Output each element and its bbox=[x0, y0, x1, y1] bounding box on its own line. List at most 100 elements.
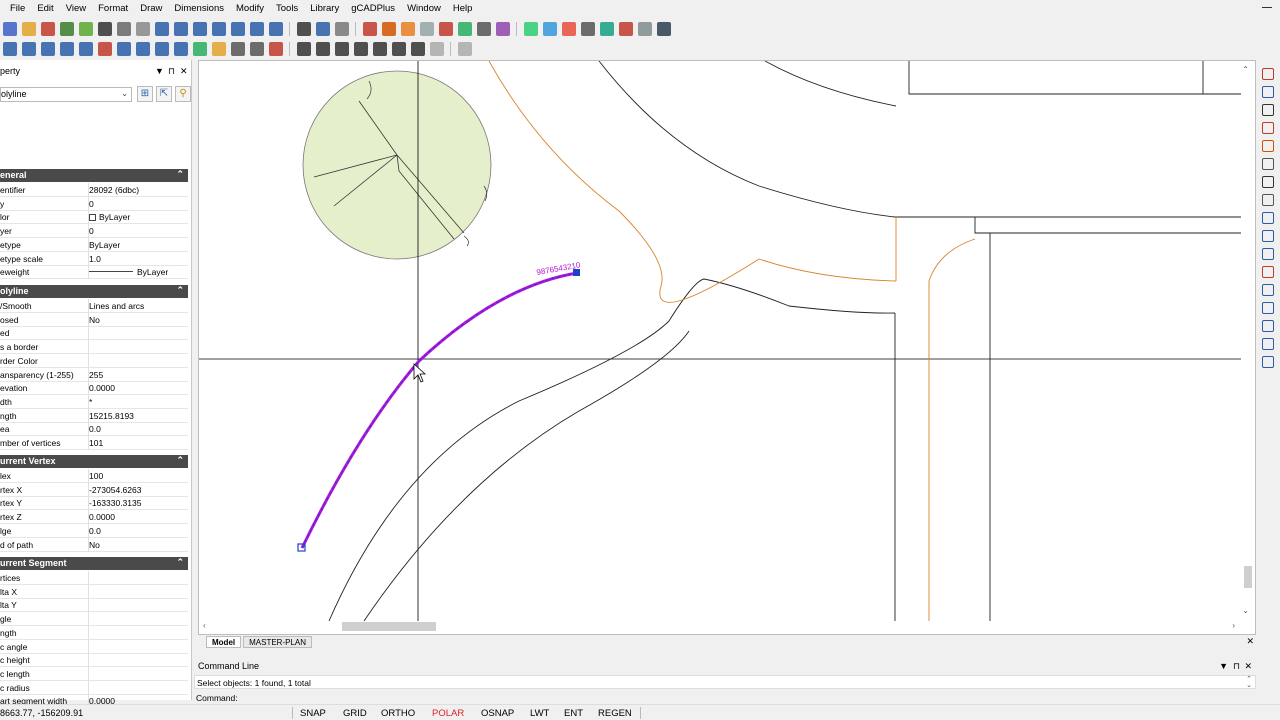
property-value[interactable]: ByLayer bbox=[89, 212, 187, 223]
menu-gcadplus[interactable]: gCADPlus bbox=[345, 0, 401, 17]
property-row[interactable]: c angle bbox=[0, 639, 188, 654]
property-value[interactable]: 0.0000 bbox=[89, 512, 187, 523]
menu-library[interactable]: Library bbox=[304, 0, 345, 17]
insert-icon[interactable] bbox=[457, 22, 472, 36]
copy-icon[interactable] bbox=[1262, 86, 1274, 98]
property-row[interactable]: lor ByLayer bbox=[0, 210, 188, 225]
property-value[interactable]: 0.0000 bbox=[89, 383, 187, 394]
property-row[interactable]: lge 0.0 bbox=[0, 523, 188, 538]
dim-linear-icon[interactable] bbox=[296, 42, 311, 56]
menu-edit[interactable]: Edit bbox=[31, 0, 59, 17]
property-row[interactable]: /Smooth Lines and arcs bbox=[0, 299, 188, 313]
calc-icon[interactable] bbox=[618, 22, 633, 36]
dim-diameter-icon[interactable] bbox=[372, 42, 387, 56]
insert-block-icon[interactable] bbox=[192, 42, 207, 56]
property-row[interactable]: evation 0.0000 bbox=[0, 381, 188, 396]
circle-icon[interactable] bbox=[135, 42, 150, 56]
drawing-canvas[interactable]: 9876543210 ⌃ ⌄ ‹ › bbox=[198, 60, 1256, 635]
property-row[interactable]: c height bbox=[0, 653, 188, 668]
explode-icon[interactable] bbox=[1262, 302, 1274, 314]
property-value[interactable]: 101 bbox=[89, 438, 187, 449]
section-polyline[interactable]: olyline ⌃ bbox=[0, 285, 188, 298]
trim-icon[interactable] bbox=[1262, 176, 1274, 188]
selected-polyline[interactable]: 9876543210 bbox=[297, 260, 582, 552]
property-row[interactable]: etype ByLayer bbox=[0, 237, 188, 252]
dim-style-icon[interactable] bbox=[457, 42, 472, 56]
new-icon[interactable] bbox=[2, 22, 17, 36]
property-row[interactable]: dth * bbox=[0, 394, 188, 409]
ellipse-icon[interactable] bbox=[173, 42, 188, 56]
fillet-icon[interactable] bbox=[1262, 248, 1274, 260]
ellipsis-icon[interactable] bbox=[580, 22, 595, 36]
layer-state-icon[interactable] bbox=[362, 22, 377, 36]
array-icon[interactable] bbox=[1262, 284, 1274, 296]
status-ortho-button[interactable]: ORTHO bbox=[381, 708, 415, 719]
undo-icon[interactable] bbox=[154, 22, 169, 36]
horizontal-scroll-thumb[interactable] bbox=[342, 622, 436, 631]
table-icon[interactable] bbox=[542, 22, 557, 36]
property-row[interactable]: ngth 15215.8193 bbox=[0, 408, 188, 423]
menu-file[interactable]: File bbox=[0, 0, 31, 17]
history-scroll-icon[interactable]: ⌃ ⌄ bbox=[1246, 676, 1252, 689]
linetype-icon[interactable] bbox=[400, 22, 415, 36]
extend-icon[interactable] bbox=[1262, 194, 1274, 206]
zoom-extents-icon[interactable] bbox=[249, 22, 264, 36]
pencil-icon[interactable] bbox=[97, 42, 112, 56]
menu-tools[interactable]: Tools bbox=[270, 0, 304, 17]
property-row[interactable]: d of path No bbox=[0, 537, 188, 552]
rotate-icon[interactable] bbox=[1262, 122, 1274, 134]
zoom-out-icon[interactable] bbox=[211, 22, 226, 36]
property-value[interactable]: Lines and arcs bbox=[89, 301, 187, 312]
property-row[interactable]: rtices bbox=[0, 571, 188, 585]
status-lwt-button[interactable]: LWT bbox=[530, 708, 549, 719]
offset-icon[interactable] bbox=[1262, 230, 1274, 242]
layer-icon[interactable] bbox=[315, 22, 330, 36]
minimize-icon[interactable] bbox=[1262, 7, 1272, 8]
dim-ordinate-icon[interactable] bbox=[334, 42, 349, 56]
property-row[interactable]: lta Y bbox=[0, 598, 188, 613]
align-icon[interactable] bbox=[599, 22, 614, 36]
property-row[interactable]: etype scale 1.0 bbox=[0, 251, 188, 266]
property-row[interactable]: s a border bbox=[0, 340, 188, 355]
property-row[interactable]: ed bbox=[0, 326, 188, 341]
property-row[interactable]: rtex X -273054.6263 bbox=[0, 482, 188, 497]
scale-icon[interactable] bbox=[1262, 140, 1274, 152]
property-value[interactable]: -163330.3135 bbox=[89, 498, 187, 509]
measure-icon[interactable] bbox=[637, 22, 652, 36]
hatch-icon[interactable] bbox=[334, 22, 349, 36]
property-value[interactable]: 100 bbox=[89, 471, 187, 482]
status-regen-button[interactable]: REGEN bbox=[598, 708, 632, 719]
collapse-icon[interactable]: ⌃ bbox=[176, 557, 184, 568]
collapse-icon[interactable]: ⌃ bbox=[176, 285, 184, 296]
property-row[interactable]: y0 bbox=[0, 196, 188, 211]
property-value[interactable]: No bbox=[89, 315, 187, 326]
plugin-icon[interactable] bbox=[78, 22, 93, 36]
scroll-down-icon[interactable]: ⌄ bbox=[1242, 606, 1249, 615]
stretch-icon[interactable] bbox=[1262, 266, 1274, 278]
arc-icon[interactable] bbox=[78, 42, 93, 56]
object-type-select[interactable]: olyline ⌄ bbox=[0, 87, 132, 102]
line-icon[interactable] bbox=[2, 42, 17, 56]
status-grid-button[interactable]: GRID bbox=[343, 708, 367, 719]
scroll-right-icon[interactable]: › bbox=[1232, 621, 1235, 630]
section-general[interactable]: eneral ⌃ bbox=[0, 169, 188, 182]
polyline-icon[interactable] bbox=[40, 42, 55, 56]
property-row[interactable]: lex 100 bbox=[0, 469, 188, 483]
chart-icon[interactable] bbox=[523, 22, 538, 36]
property-row[interactable]: c radius bbox=[0, 680, 188, 695]
property-value[interactable] bbox=[89, 628, 187, 639]
section-current-vertex[interactable]: urrent Vertex ⌃ bbox=[0, 455, 188, 468]
break-icon[interactable] bbox=[1262, 212, 1274, 224]
property-row[interactable]: yer 0 bbox=[0, 224, 188, 239]
status-ent-button[interactable]: ENT bbox=[564, 708, 583, 719]
menu-format[interactable]: Format bbox=[92, 0, 134, 17]
zoom-all-icon[interactable] bbox=[268, 22, 283, 36]
section-current-segment[interactable]: urrent Segment ⌃ bbox=[0, 557, 188, 570]
property-value[interactable]: 15215.8193 bbox=[89, 411, 187, 422]
text-icon[interactable] bbox=[495, 22, 510, 36]
property-value[interactable]: 0.0 bbox=[89, 424, 187, 435]
panel-menu-icon[interactable]: ▼ bbox=[155, 66, 164, 76]
dim-aligned-icon[interactable] bbox=[315, 42, 330, 56]
property-value[interactable] bbox=[89, 342, 187, 353]
drawing[interactable]: 9876543210 bbox=[199, 61, 1257, 636]
